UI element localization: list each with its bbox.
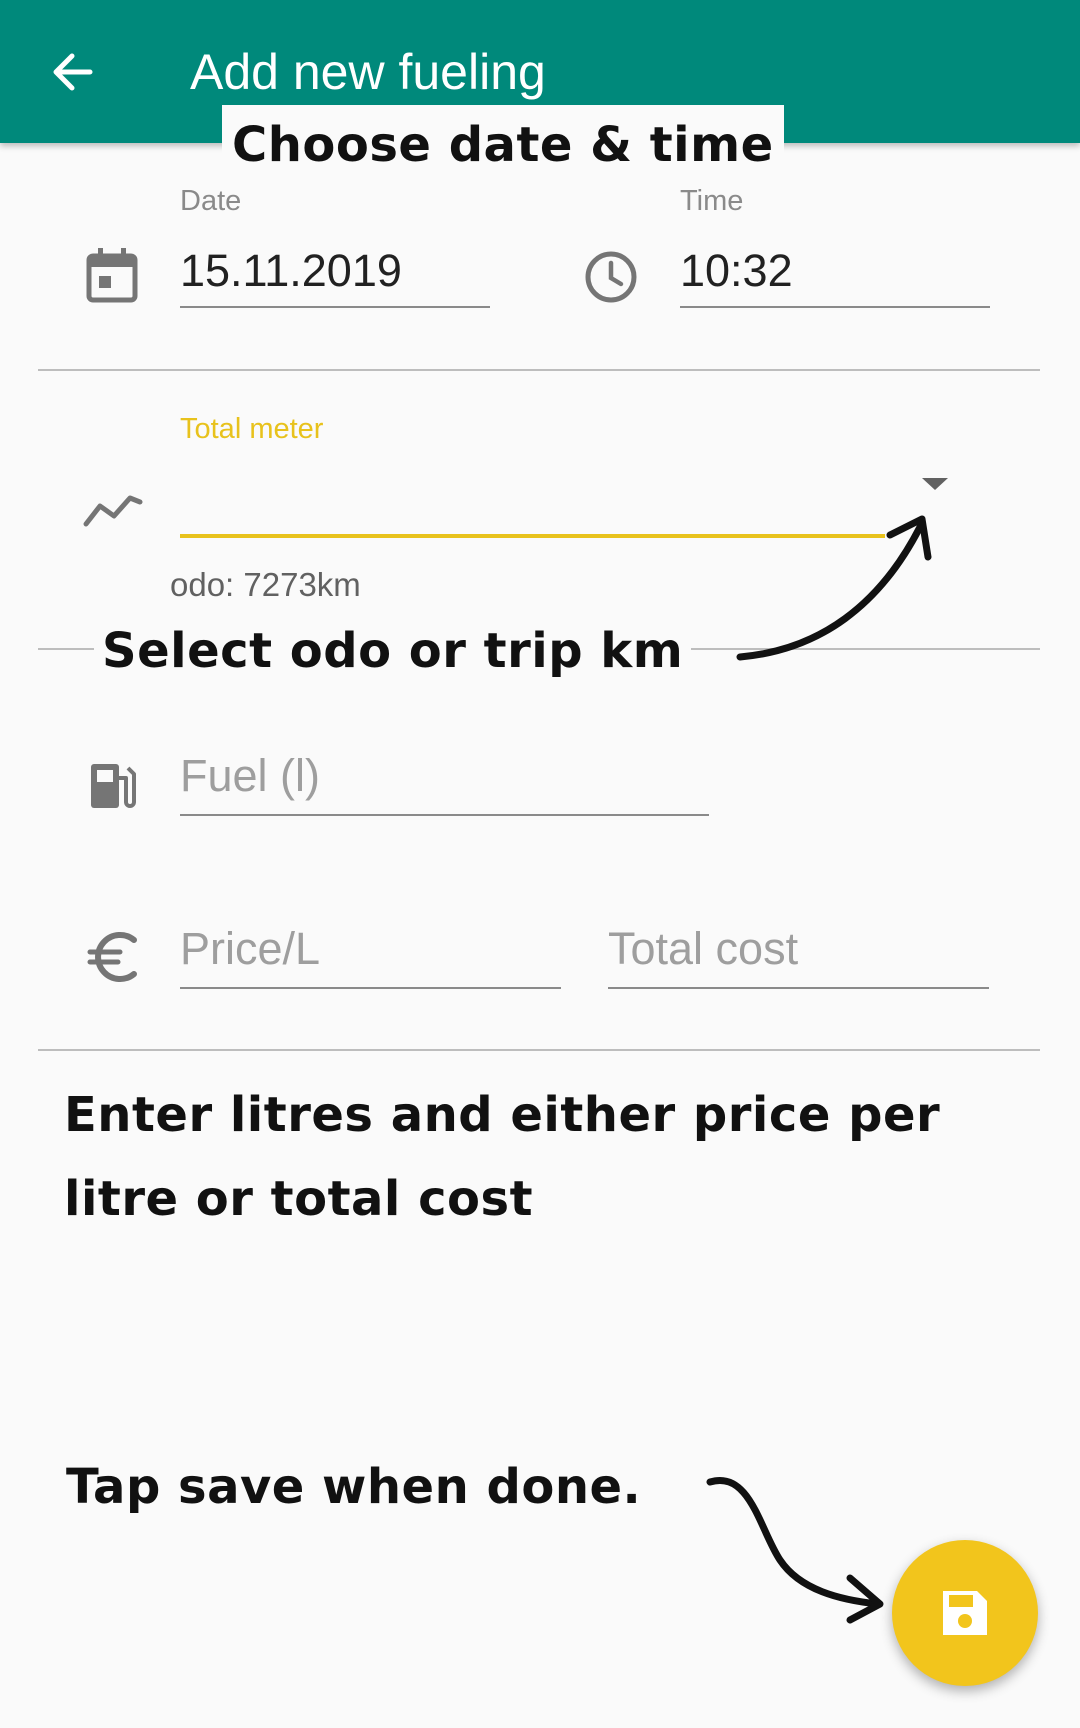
fuel-input[interactable]: Fuel (l)	[180, 749, 320, 803]
time-input[interactable]: 10:32	[680, 244, 793, 298]
arrow-back-icon[interactable]	[44, 42, 104, 102]
clock-icon	[584, 250, 638, 309]
save-icon	[943, 1591, 987, 1635]
total-cost-input[interactable]: Total cost	[608, 922, 798, 976]
section-divider	[38, 369, 1040, 371]
annotation-save: Tap save when done.	[66, 1459, 642, 1515]
price-per-litre-input[interactable]: Price/L	[180, 922, 320, 976]
annotation-odo: Select odo or trip km	[94, 610, 692, 692]
euro-icon	[86, 930, 140, 989]
date-input[interactable]: 15.11.2019	[180, 244, 402, 298]
trend-line-icon	[82, 492, 144, 533]
time-underline	[680, 306, 990, 308]
annotation-arrow	[706, 1476, 884, 1624]
odo-helper-text: odo: 7273km	[170, 566, 361, 603]
page-title: Add new fueling	[190, 44, 546, 100]
annotation-arrow	[736, 515, 932, 661]
dropdown-arrow-icon[interactable]	[920, 476, 950, 497]
price-underline	[180, 987, 561, 989]
total-cost-underline	[608, 987, 989, 989]
fuel-pump-icon	[88, 760, 138, 817]
annotation-fuel-line1: Enter litres and either price per	[64, 1087, 941, 1143]
date-label: Date	[180, 185, 242, 217]
section-divider	[38, 1049, 1040, 1051]
time-label: Time	[680, 185, 744, 217]
fuel-underline	[180, 814, 709, 816]
annotation-fuel-line2: litre or total cost	[64, 1171, 534, 1227]
annotation-date-time: Choose date & time	[222, 105, 784, 185]
calendar-icon	[86, 246, 138, 309]
date-underline	[180, 306, 490, 308]
total-meter-label: Total meter	[180, 413, 324, 445]
save-button[interactable]	[892, 1540, 1038, 1686]
